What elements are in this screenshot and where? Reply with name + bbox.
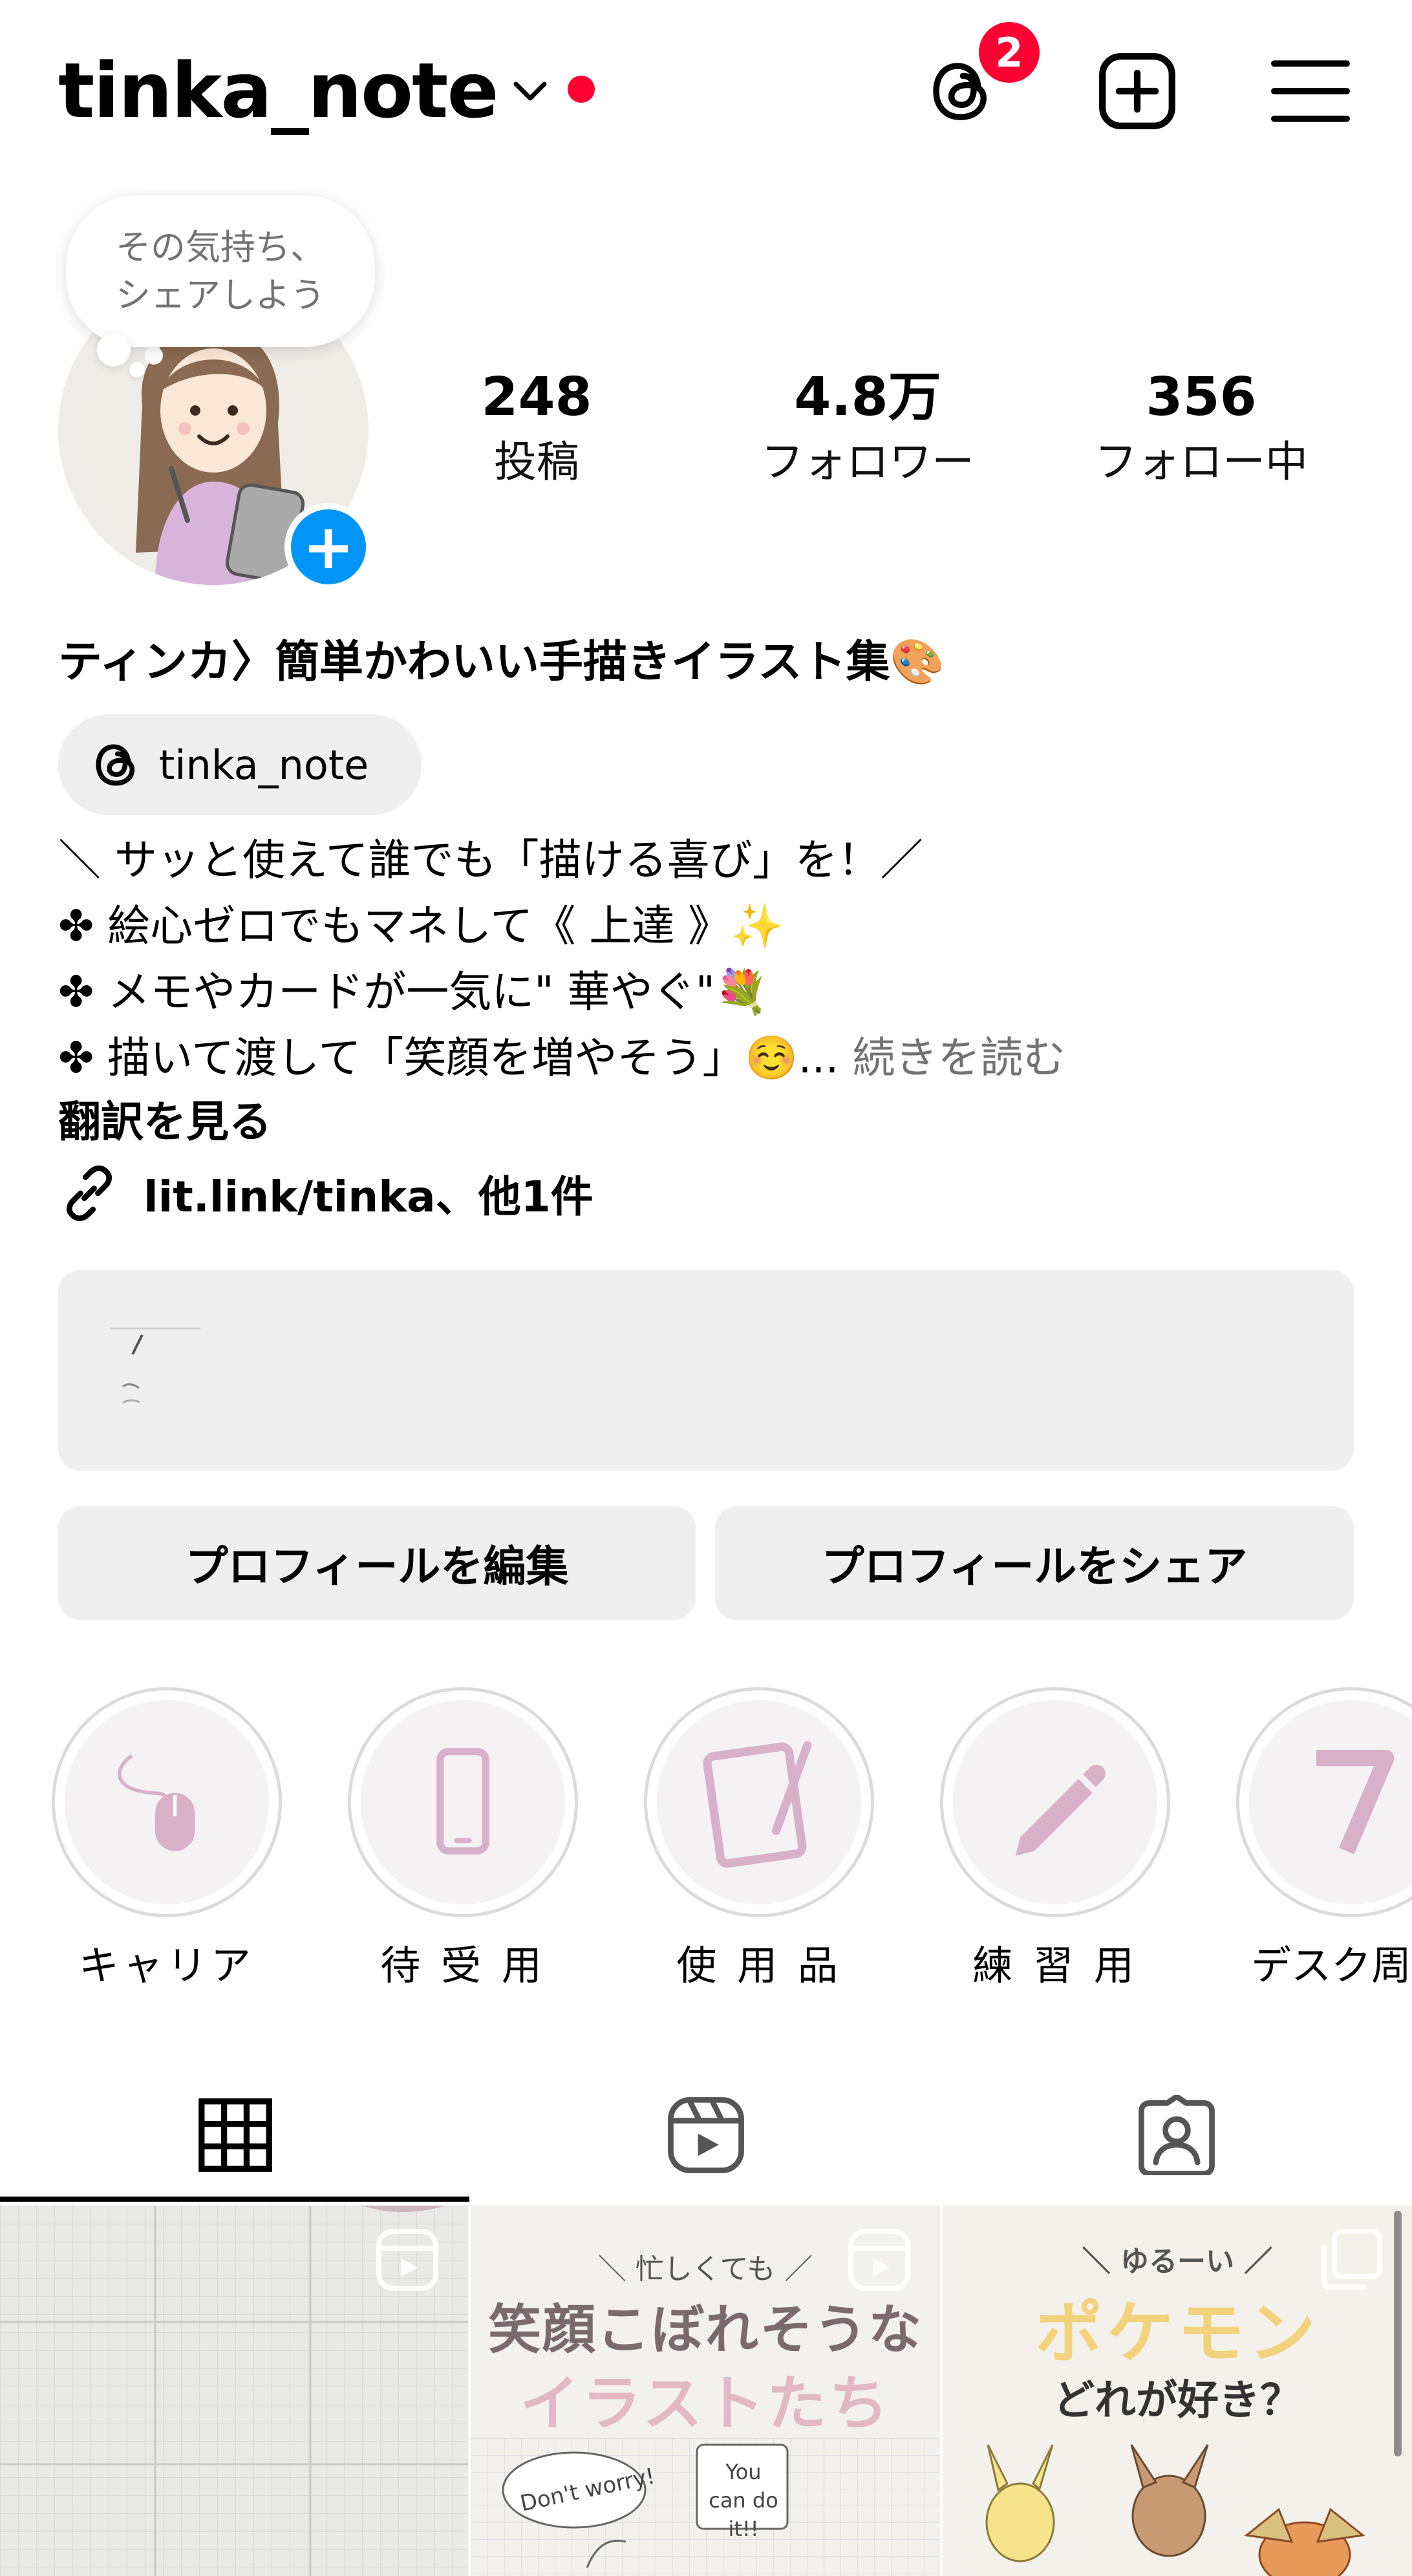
note-bubble[interactable]: その気持ち、 シェアしよう bbox=[66, 195, 375, 347]
highlight-cover bbox=[1249, 1700, 1412, 1904]
stat-value: 248 bbox=[481, 367, 592, 428]
professional-dashboard-card[interactable] bbox=[58, 1270, 1354, 1471]
profile-header: tinka_note 2 bbox=[0, 0, 1412, 181]
note-bubble-tail bbox=[97, 333, 131, 367]
profile-display-name: ティンカ〉簡単かわいい手描きイラスト集🎨 bbox=[58, 637, 945, 688]
bio-text: ＼ サッと使えて誰でも「描ける喜び」を！／ ✤ 絵心ゼロでもマネして《 上達 》… bbox=[58, 827, 1065, 1091]
post-thumbnail[interactable] bbox=[0, 2206, 468, 2576]
carousel-indicator-icon bbox=[1321, 2229, 1382, 2290]
highlight-ring bbox=[52, 1687, 282, 1917]
highlight-label: 待 受 用 bbox=[380, 1942, 546, 1989]
bio-line: ＼ サッと使えて誰でも「描ける喜び」を！／ bbox=[58, 835, 923, 885]
hamburger-menu-icon bbox=[1271, 60, 1350, 122]
story-highlight[interactable]: 使 用 品 bbox=[643, 1687, 875, 1991]
post-thumbnail[interactable]: ＼ 忙しくても ／ 笑顔こぼれそうな イラストたち Don't worry! Y… bbox=[471, 2206, 940, 2576]
bio-line: ✤ メモやカードが一気に" 華やぐ"💐 bbox=[58, 967, 769, 1017]
bio-link[interactable]: lit.link/tinka、他1件 bbox=[58, 1161, 594, 1226]
post-title-line2: どれが好き？ bbox=[1053, 2377, 1301, 2425]
note-text-line1: その気持ち、 bbox=[116, 226, 325, 268]
reel-indicator-icon bbox=[848, 2229, 910, 2291]
bio-line: ✤ 描いて渡して「笑顔を増やそう」☺️... bbox=[58, 1033, 839, 1083]
story-highlight[interactable]: デスク周り bbox=[1235, 1687, 1412, 1991]
post-title-line2: イラストたち bbox=[519, 2369, 892, 2438]
number-7-icon bbox=[1316, 1750, 1395, 1855]
stat-label: フォロワー bbox=[761, 437, 974, 487]
highlight-label: キャリア bbox=[78, 1942, 255, 1989]
threads-icon bbox=[96, 744, 135, 786]
story-highlight[interactable]: キャリア bbox=[50, 1687, 283, 1991]
highlight-ring bbox=[348, 1687, 578, 1917]
chevron-down-icon[interactable] bbox=[508, 69, 552, 112]
highlight-ring bbox=[1236, 1687, 1412, 1917]
highlight-ring bbox=[644, 1687, 874, 1917]
highlight-cover bbox=[361, 1700, 565, 1904]
stat-value: 356 bbox=[1146, 367, 1257, 428]
tagged-person-icon bbox=[1139, 2095, 1215, 2175]
add-story-button[interactable]: + bbox=[284, 503, 372, 591]
grid-icon bbox=[198, 2098, 272, 2172]
reel-indicator-icon bbox=[376, 2229, 438, 2291]
read-more-link[interactable]: 続きを読む bbox=[839, 1033, 1065, 1083]
edit-profile-button[interactable]: プロフィールを編集 bbox=[58, 1506, 696, 1620]
profile-tabs bbox=[0, 2069, 1412, 2202]
share-profile-button[interactable]: プロフィールをシェア bbox=[715, 1506, 1354, 1620]
threads-handle: tinka_note bbox=[159, 741, 369, 789]
highlight-cover bbox=[953, 1700, 1157, 1904]
username-title[interactable]: tinka_note bbox=[58, 39, 498, 142]
highlight-label: 練 習 用 bbox=[972, 1942, 1138, 1989]
post-thumbnail[interactable]: ＼ ゆるーい ／ ポケモン どれが好き？ bbox=[943, 2206, 1412, 2576]
stat-following[interactable]: 356 フォロー中 bbox=[1072, 362, 1331, 491]
highlight-cover bbox=[657, 1700, 861, 1904]
stat-posts[interactable]: 248 投稿 bbox=[407, 362, 666, 491]
post-title-line1: 笑顔こぼれそうな bbox=[487, 2299, 923, 2361]
doodle-text: You can do it!! bbox=[709, 2460, 778, 2541]
active-tab-indicator bbox=[0, 2197, 469, 2202]
stat-label: フォロー中 bbox=[1095, 437, 1308, 487]
reels-icon bbox=[668, 2097, 744, 2173]
threads-badge: 2 bbox=[975, 18, 1043, 87]
note-text-line2: シェアしよう bbox=[116, 274, 325, 315]
highlight-label: 使 用 品 bbox=[676, 1942, 842, 1989]
stat-value: 4.8万 bbox=[794, 367, 941, 428]
note-bubble-tail-small bbox=[129, 362, 145, 378]
highlight-cover bbox=[65, 1700, 269, 1904]
link-icon bbox=[66, 1166, 112, 1221]
story-highlight[interactable]: 待 受 用 bbox=[347, 1687, 579, 1991]
stat-label: 投稿 bbox=[494, 437, 579, 487]
post-title-line1: ポケモン bbox=[1034, 2294, 1320, 2372]
pencil-icon bbox=[1015, 1764, 1106, 1856]
account-notification-dot bbox=[568, 76, 595, 103]
bio-link-text: lit.link/tinka、他1件 bbox=[144, 1172, 594, 1222]
highlight-label: デスク周り bbox=[1250, 1942, 1412, 1989]
create-post-button[interactable] bbox=[1089, 43, 1186, 140]
tab-tagged[interactable] bbox=[941, 2069, 1412, 2202]
smartphone-icon bbox=[436, 1748, 489, 1855]
mouse-icon bbox=[118, 1754, 195, 1851]
threads-profile-chip[interactable]: tinka_note bbox=[58, 714, 422, 815]
see-translation-link[interactable]: 翻訳を見る bbox=[58, 1090, 272, 1155]
tablet-pen-icon bbox=[703, 1741, 812, 1868]
tab-posts[interactable] bbox=[0, 2069, 471, 2202]
story-highlight[interactable]: 練 習 用 bbox=[939, 1687, 1171, 1991]
pokemon-doodles bbox=[985, 2444, 1365, 2576]
menu-button[interactable] bbox=[1262, 43, 1359, 140]
plus-square-icon bbox=[1099, 53, 1175, 129]
plus-icon: + bbox=[302, 511, 355, 583]
highlight-ring bbox=[940, 1687, 1170, 1917]
tab-reels[interactable] bbox=[471, 2069, 941, 2202]
scrollbar[interactable] bbox=[1394, 2211, 1402, 2456]
bio-line: ✤ 絵心ゼロでもマネして《 上達 》✨ bbox=[58, 901, 784, 951]
stat-followers[interactable]: 4.8万 フォロワー bbox=[738, 362, 997, 491]
bio-line-last: ✤ 描いて渡して「笑顔を増やそう」☺️... 続きを読む bbox=[58, 1025, 1065, 1091]
dashboard-placeholder-graphic bbox=[110, 1327, 200, 1404]
